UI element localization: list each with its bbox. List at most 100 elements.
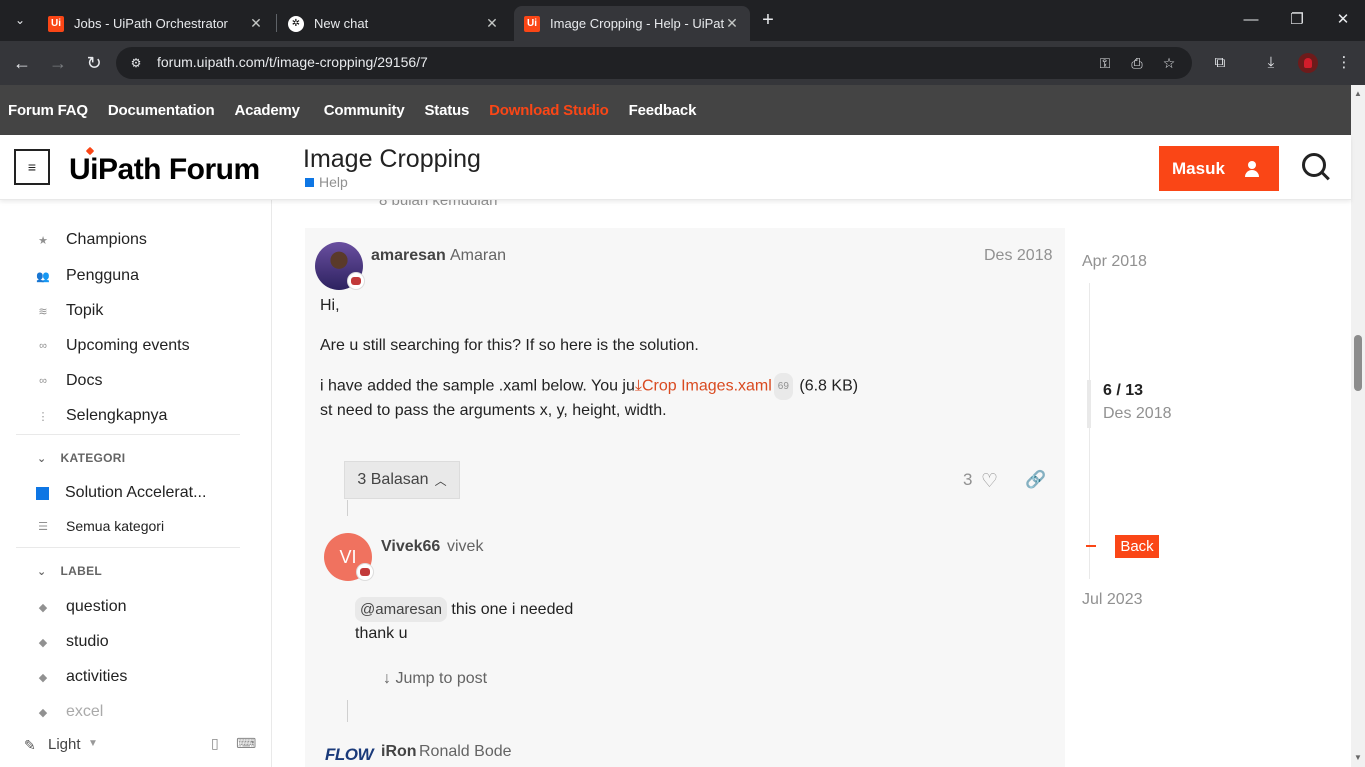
hamburger-menu-icon[interactable]: ≡ — [14, 149, 50, 185]
search-icon[interactable] — [1300, 151, 1332, 183]
scrollbar-thumb[interactable] — [1354, 335, 1362, 391]
list-icon: ☰ — [38, 520, 48, 533]
jump-to-post-link[interactable]: ↓ Jump to post — [383, 670, 487, 688]
tab-jobs[interactable]: Ui Jobs - UiPath Orchestrator ✕ — [38, 6, 274, 41]
layers-icon: ≋ — [38, 305, 48, 318]
back-arrow-icon[interactable]: ← — [10, 51, 34, 75]
nav-forum-faq[interactable]: Forum FAQ — [8, 102, 88, 119]
avatar[interactable]: FLOW — [325, 745, 374, 765]
sidebar-all-categories[interactable]: ☰ Semua kategori — [36, 514, 164, 538]
nav-community[interactable]: Community — [324, 102, 405, 119]
theme-selector[interactable]: Light — [48, 736, 81, 753]
sidebar-label-question[interactable]: ◆ question — [36, 595, 127, 619]
sidebar-label-activities[interactable]: ◆ activities — [36, 665, 128, 689]
nav-download-studio[interactable]: Download Studio — [489, 102, 609, 119]
minimize-icon[interactable]: — — [1228, 0, 1274, 41]
sidebar-footer: ✎ Light ▼ ▯ ⌨ — [0, 725, 271, 767]
flair-badge-icon — [356, 563, 374, 581]
post-line-4: st need to pass the arguments x, y, heig… — [320, 402, 667, 419]
sidebar-item-docs[interactable]: ∞ Docs — [36, 369, 102, 393]
nav-documentation[interactable]: Documentation — [108, 102, 215, 119]
sidebar-item-more[interactable]: ⋮ Selengkapnya — [36, 404, 168, 428]
page-scrollbar[interactable]: ▲ ▼ — [1351, 85, 1365, 767]
replies-toggle-button[interactable]: 3 Balasan ︿ — [344, 461, 460, 499]
thread-line — [347, 700, 348, 722]
close-tab-icon[interactable]: ✕ — [724, 15, 740, 32]
profile-avatar[interactable] — [1298, 53, 1318, 73]
forum-top-nav: Forum FAQ Documentation Academy Communit… — [0, 85, 1351, 135]
tab-search-icon[interactable]: ⌄ — [8, 8, 32, 32]
new-tab-icon[interactable]: + — [757, 8, 779, 32]
topic-category[interactable]: Help — [305, 174, 348, 190]
sidebar-item-pengguna[interactable]: 👥 Pengguna — [36, 264, 139, 288]
tab-new-chat[interactable]: ✲ New chat ✕ — [278, 6, 510, 41]
site-header: ≡ UiPath Forum Image Cropping Help Masuk — [0, 135, 1351, 200]
reply-line-1: @amaresan this one i needed — [355, 597, 573, 622]
attachment-link[interactable]: Crop Images.xaml — [642, 378, 772, 395]
reload-icon[interactable]: ↻ — [82, 51, 106, 75]
tag-icon: ◆ — [38, 671, 48, 684]
download-icon[interactable]: ⤓ — [1260, 52, 1282, 74]
reply-username[interactable]: Vivek66 — [381, 538, 440, 556]
post-line-3: i have added the sample .xaml below. You… — [320, 373, 858, 400]
scroll-down-icon[interactable]: ▼ — [1354, 753, 1362, 762]
url-field[interactable]: ⚙ forum.uipath.com/t/image-cropping/2915… — [116, 47, 1192, 79]
back-button[interactable]: Back — [1115, 535, 1159, 558]
nav-academy[interactable]: Academy — [234, 102, 300, 119]
post-line-1: Hi, — [320, 297, 340, 314]
sidebar-item-upcoming-events[interactable]: ∞ Upcoming events — [36, 334, 190, 358]
star-icon: ★ — [38, 234, 48, 247]
uipath-favicon-icon: Ui — [524, 15, 540, 32]
timeline-last-read-marker — [1086, 545, 1096, 547]
install-app-icon[interactable]: ⎙ — [1127, 53, 1147, 73]
nav-feedback[interactable]: Feedback — [629, 102, 697, 119]
click-count-badge: 69 — [773, 373, 793, 400]
close-tab-icon[interactable]: ✕ — [484, 15, 500, 32]
post-date[interactable]: Des 2018 — [984, 247, 1053, 265]
categories-heading[interactable]: ⌄ KATEGORI — [37, 451, 125, 465]
mobile-view-icon[interactable]: ▯ — [211, 735, 219, 752]
uipath-forum-logo[interactable]: UiPath Forum — [69, 146, 260, 187]
scroll-up-icon[interactable]: ▲ — [1354, 89, 1362, 98]
login-button[interactable]: Masuk — [1159, 146, 1279, 191]
attachment-size: (6.8 KB) — [799, 377, 859, 395]
maximize-icon[interactable]: ❐ — [1274, 0, 1320, 41]
password-key-icon[interactable]: ⚿ — [1095, 53, 1115, 73]
tag-icon: ◆ — [38, 601, 48, 614]
caret-down-icon[interactable]: ▼ — [88, 738, 98, 749]
reply-line-2: thank u — [355, 625, 408, 642]
forward-arrow-icon[interactable]: → — [46, 51, 70, 75]
share-link-icon[interactable]: 🔗 — [1025, 470, 1046, 490]
reply-username[interactable]: iRon — [381, 743, 417, 761]
chevron-up-icon: ︿ — [434, 473, 447, 488]
extensions-icon[interactable]: ⧉ — [1209, 52, 1231, 74]
bookmark-star-icon[interactable]: ☆ — [1159, 53, 1179, 73]
post-username[interactable]: amaresan — [371, 247, 446, 265]
like-count[interactable]: 3 — [963, 470, 972, 490]
heart-icon[interactable]: ♡ — [981, 470, 998, 493]
site-info-icon[interactable]: ⚙ — [128, 55, 144, 71]
timeline-start-date[interactable]: Apr 2018 — [1082, 253, 1147, 271]
link-icon: ∞ — [39, 375, 47, 387]
sidebar-item-champions[interactable]: ★ Champions — [36, 228, 147, 252]
close-window-icon[interactable]: ✕ — [1320, 0, 1365, 41]
sidebar-category-solution[interactable]: Solution Accelerat... — [36, 481, 206, 505]
timeline-track — [1089, 283, 1090, 579]
browser-menu-icon[interactable]: ⋮ — [1333, 52, 1355, 74]
labels-heading[interactable]: ⌄ LABEL — [37, 564, 102, 578]
keyboard-icon[interactable]: ⌨ — [236, 735, 256, 752]
close-tab-icon[interactable]: ✕ — [248, 15, 264, 32]
timeline-scroller-handle[interactable] — [1087, 380, 1091, 428]
timeline-position: 6 / 13 — [1103, 382, 1144, 399]
user-mention[interactable]: @amaresan — [355, 597, 447, 622]
topic-title[interactable]: Image Cropping — [303, 145, 481, 174]
tab-image-cropping[interactable]: Ui Image Cropping - Help - UiPath ✕ — [514, 6, 750, 41]
sidebar-label-studio[interactable]: ◆ studio — [36, 630, 109, 654]
category-color-icon — [305, 177, 314, 187]
category-color-icon — [36, 486, 49, 500]
sidebar-item-topik[interactable]: ≋ Topik — [36, 299, 103, 323]
timeline-end-date[interactable]: Jul 2023 — [1082, 591, 1143, 609]
sidebar-label-excel[interactable]: ◆ excel — [36, 700, 104, 724]
brush-icon: ✎ — [24, 737, 36, 753]
nav-status[interactable]: Status — [424, 102, 469, 119]
